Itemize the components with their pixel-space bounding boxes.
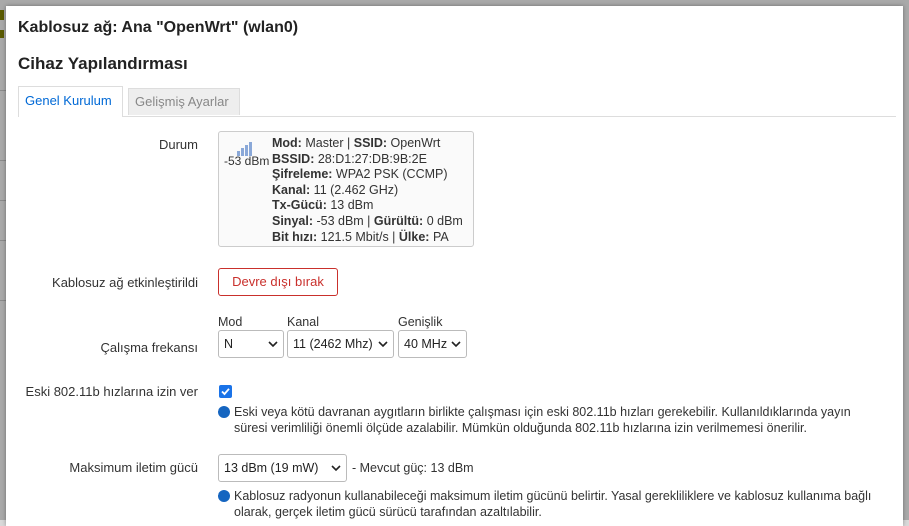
current-power-text: - Mevcut güç: 13 dBm: [352, 461, 474, 475]
chevron-down-icon: [378, 341, 388, 348]
chevron-down-icon: [268, 341, 278, 348]
tab-advanced-settings[interactable]: Gelişmiş Ayarlar: [128, 88, 240, 115]
wireless-config-modal: Kablosuz ağ: Ana "OpenWrt" (wlan0) Cihaz…: [6, 6, 903, 526]
tab-general-setup[interactable]: Genel Kurulum: [18, 86, 123, 117]
modal-title: Kablosuz ağ: Ana "OpenWrt" (wlan0): [18, 19, 299, 36]
tx-power-select[interactable]: 13 dBm (19 mW): [218, 454, 347, 482]
status-line-channel: Kanal: 11 (2.462 GHz): [272, 182, 399, 197]
status-line-signal: Sinyal: -53 dBm | Gürültü: 0 dBm: [272, 213, 463, 228]
mode-select-value: N: [224, 337, 234, 351]
wireless-enabled-label: Kablosuz ağ etkinleştirildi: [52, 275, 198, 290]
channel-label: Kanal: [287, 315, 319, 329]
mode-select[interactable]: N: [218, 330, 284, 358]
status-box: -53 dBm Mod: Master | SSID: OpenWrt BSSI…: [218, 131, 474, 247]
backdrop-glyph: [0, 30, 4, 38]
question-circle-icon: ?: [213, 406, 230, 418]
status-line-bssid: BSSID: 28:D1:27:DB:9B:2E: [272, 151, 427, 166]
mode-label: Mod: [218, 315, 243, 329]
tx-power-select-value: 13 dBm (19 mW): [224, 461, 319, 475]
width-select[interactable]: 40 MHz: [398, 330, 467, 358]
max-tx-power-label: Maksimum iletim gücü: [69, 460, 198, 475]
legacy-rates-help-text: Eski veya kötü davranan aygıtların birli…: [234, 405, 851, 435]
status-line-txpower: Tx-Gücü: 13 dBm: [272, 198, 374, 213]
tab-bar: Genel Kurulum Gelişmiş Ayarlar: [18, 86, 896, 117]
disable-button[interactable]: Devre dışı bırak: [218, 268, 338, 296]
legacy-rates-help: ? Eski veya kötü davranan aygıtların birl…: [213, 404, 878, 436]
legacy-rates-checkbox[interactable]: [219, 385, 232, 398]
legacy-rates-label: Eski 802.11b hızlarına izin ver: [25, 384, 198, 399]
backdrop-glyph: [0, 10, 4, 20]
width-select-value: 40 MHz: [404, 337, 448, 351]
status-line-mode: Mod: Master | SSID: OpenWrt: [272, 136, 441, 150]
operating-frequency-label: Çalışma frekansı: [100, 340, 198, 355]
question-circle-icon: ?: [213, 490, 230, 502]
signal-strength-value: -53 dBm: [224, 154, 270, 168]
status-line-bitrate: Bit hızı: 121.5 Mbit/s | Ülke: PA: [272, 229, 449, 244]
status-line-encryption: Şifreleme: WPA2 PSK (CCMP): [272, 167, 448, 182]
tx-power-help-text: Kablosuz radyonun kullanabileceği maksim…: [234, 489, 872, 519]
tx-power-help: ? Kablosuz radyonun kullanabileceği maksi…: [213, 488, 878, 520]
status-label: Durum: [158, 137, 198, 152]
channel-select-value: 11 (2462 Mhz): [293, 337, 373, 351]
chevron-down-icon: [331, 465, 341, 472]
chevron-down-icon: [451, 341, 461, 348]
checkmark-icon: [221, 388, 230, 396]
channel-select[interactable]: 11 (2462 Mhz): [287, 330, 394, 358]
section-title: Cihaz Yapılandırması: [18, 54, 188, 73]
status-details: Mod: Master | SSID: OpenWrt BSSID: 28:D1…: [272, 136, 463, 245]
width-label: Genişlik: [398, 315, 443, 329]
